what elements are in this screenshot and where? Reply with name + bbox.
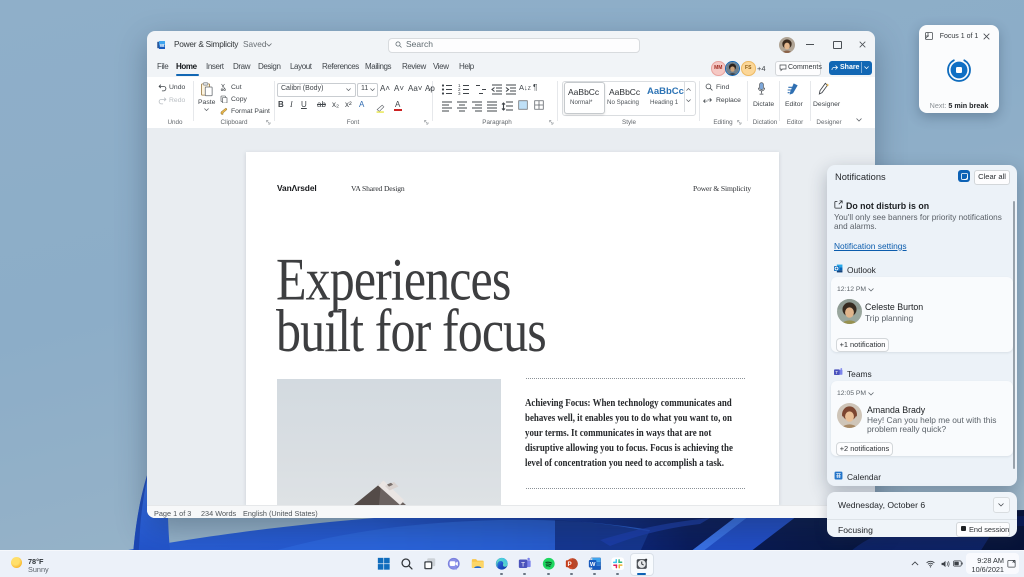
svg-text:W: W	[589, 562, 595, 568]
svg-text:3: 3	[458, 91, 461, 96]
svg-text:P: P	[567, 560, 571, 567]
svg-text:W: W	[160, 43, 165, 49]
svg-text:T: T	[520, 561, 524, 568]
svg-text:T: T	[835, 369, 838, 375]
